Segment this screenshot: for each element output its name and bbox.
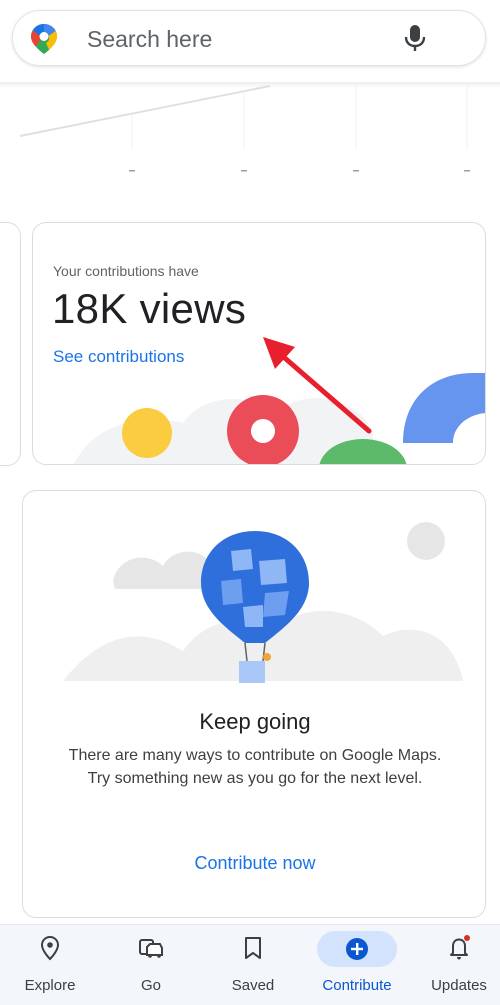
search-bar[interactable]: Search here <box>12 10 486 66</box>
views-count: 18K views <box>52 285 247 332</box>
location-pin-icon <box>40 935 60 961</box>
nav-go-label: Go <box>140 977 161 994</box>
hot-air-balloon-illustration <box>63 522 463 683</box>
progress-chart-fragment <box>19 84 470 172</box>
keep-going-description: There are many ways to contribute on Goo… <box>68 747 442 787</box>
bottom-navigation: Explore Go Saved Contribute Updates <box>0 924 500 1005</box>
nav-contribute-label: Contribute <box>322 977 392 994</box>
nav-explore-label: Explore <box>24 977 76 994</box>
keep-going-card: Keep going There are many ways to contri… <box>22 490 486 918</box>
nav-explore[interactable]: Explore <box>0 925 100 1005</box>
nav-contribute[interactable]: Contribute <box>301 925 401 1005</box>
google-maps-logo-icon <box>31 24 57 54</box>
nav-updates[interactable]: Updates <box>409 925 500 1005</box>
add-circle-icon <box>346 938 368 960</box>
bookmark-icon <box>245 937 261 959</box>
annotation-arrow-icon <box>263 337 372 434</box>
search-input[interactable]: Search here <box>87 26 212 53</box>
keep-going-heading: Keep going <box>199 709 311 734</box>
bell-icon <box>450 935 470 960</box>
nav-go[interactable]: Go <box>101 925 201 1005</box>
nav-saved-label: Saved <box>231 977 275 994</box>
commute-icon <box>139 939 163 958</box>
views-subtitle: Your contributions have <box>53 263 199 279</box>
microphone-icon[interactable] <box>401 23 429 53</box>
nav-updates-label: Updates <box>431 977 487 994</box>
previous-card[interactable] <box>0 222 21 466</box>
contribute-now-link[interactable]: Contribute now <box>23 853 485 874</box>
nav-saved[interactable]: Saved <box>203 925 303 1005</box>
